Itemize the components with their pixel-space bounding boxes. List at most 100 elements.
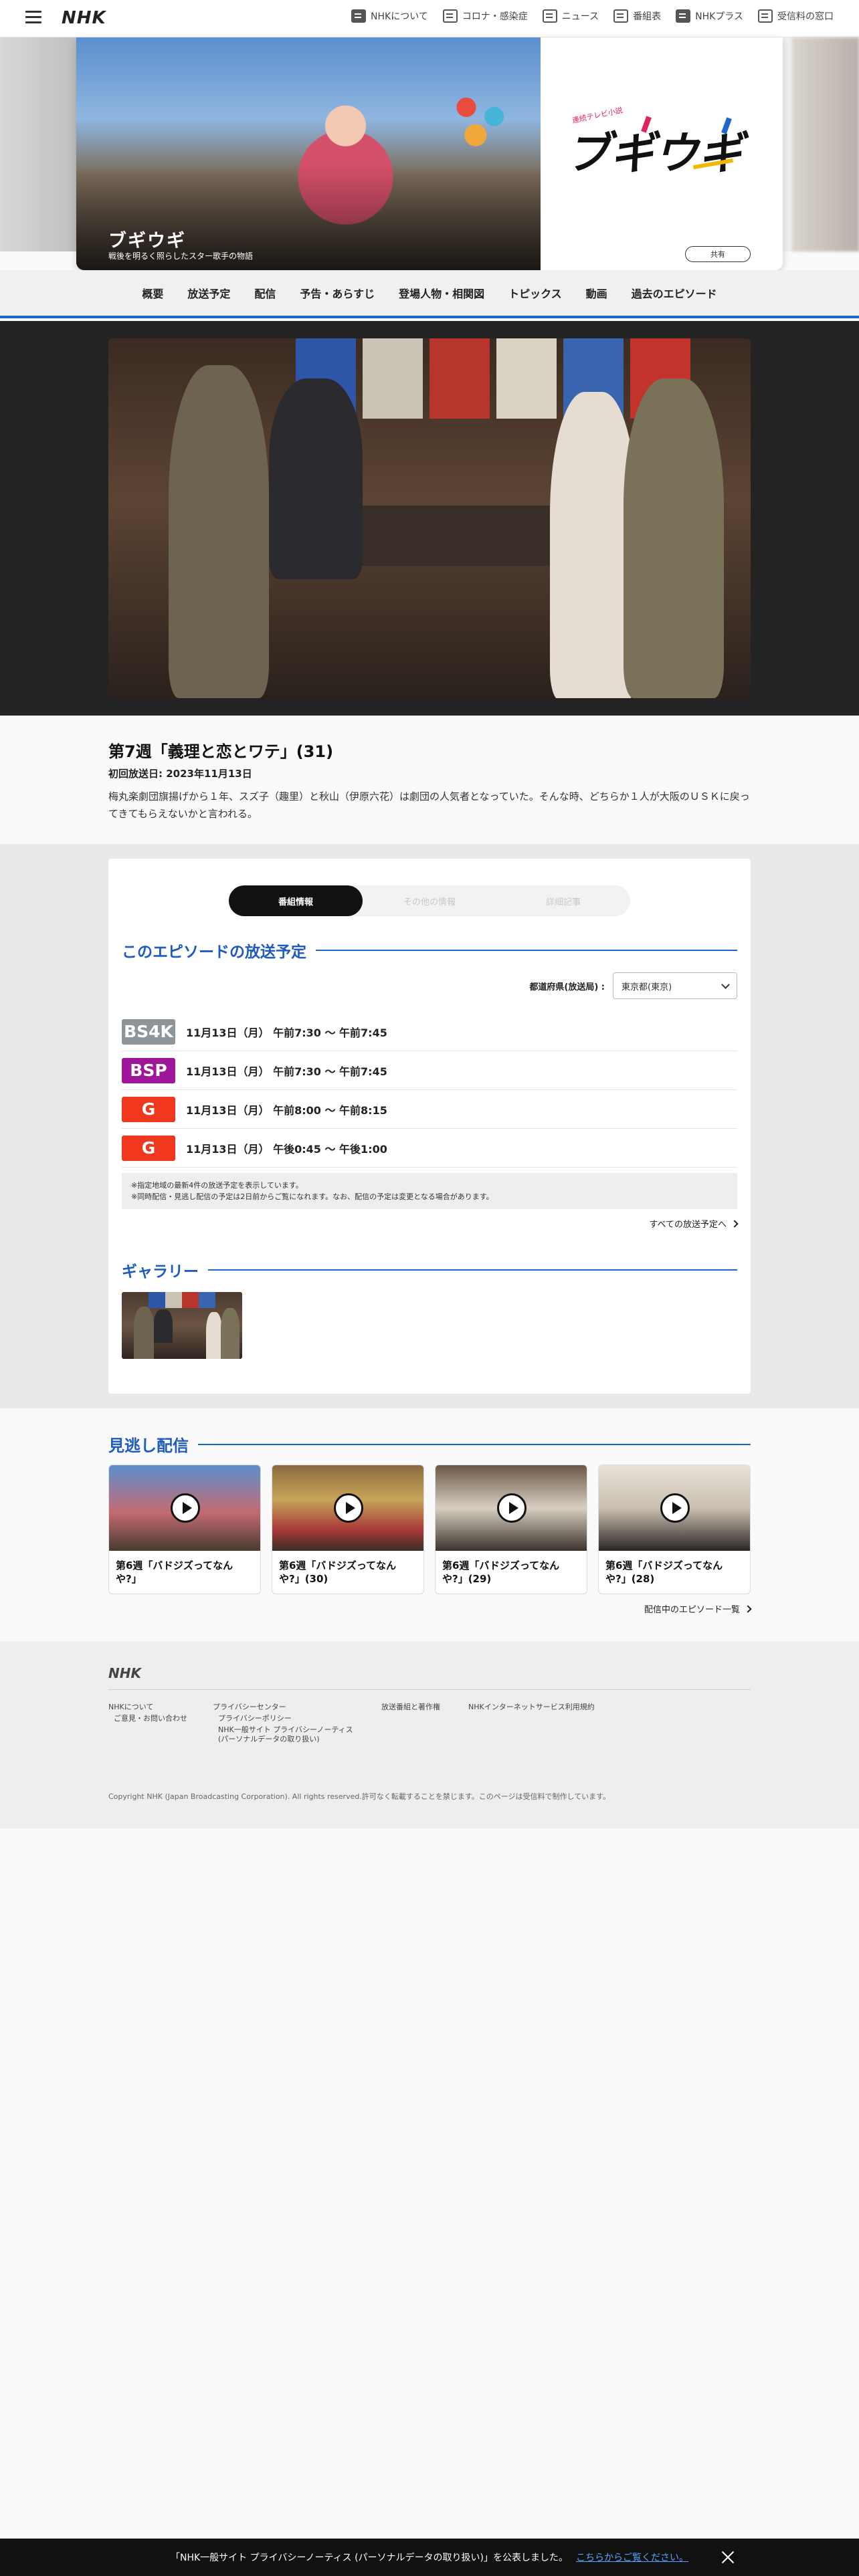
episode-thumbnail bbox=[272, 1465, 423, 1551]
hero-side-left bbox=[0, 37, 76, 251]
info-panel: 番組情報 その他の情報 詳細記事 このエピソードの放送予定 都道府県(放送局) … bbox=[108, 859, 751, 1394]
nav-overview[interactable]: 概要 bbox=[130, 285, 175, 301]
footer-link-privacy-center[interactable]: プライバシーセンター bbox=[213, 1701, 286, 1712]
prefecture-select[interactable]: 東京都(東京) bbox=[613, 972, 737, 999]
schedule-time: 11月13日（月） 午前7:30 〜 午前7:45 bbox=[186, 1065, 387, 1078]
svg-text:ブギウギ: ブギウギ bbox=[573, 128, 753, 179]
episode-card[interactable]: 第6週「バドジズってなんや?」(29) bbox=[435, 1465, 587, 1594]
channel-badge: G bbox=[122, 1135, 175, 1161]
all-schedule-link[interactable]: すべての放送予定へ bbox=[649, 1217, 739, 1230]
footer: NHK NHKについて ご意見・お問い合わせ プライバシーセンター プライバシー… bbox=[0, 1641, 859, 1828]
receipt-icon bbox=[758, 9, 773, 23]
privacy-notice-link[interactable]: こちらからご覧ください。 bbox=[576, 2551, 688, 2564]
tab-other-info[interactable]: その他の情報 bbox=[363, 885, 496, 916]
episode-card[interactable]: 第6週「バドジズってなんや?」(30) bbox=[272, 1465, 424, 1594]
schedule-row: BS4K 11月13日（月） 午前7:30 〜 午前7:45 bbox=[122, 1012, 737, 1051]
schedule-row: G 11月13日（月） 午前8:00 〜 午前8:15 bbox=[122, 1090, 737, 1129]
news-icon bbox=[542, 9, 557, 23]
header-link-corona[interactable]: コロナ・感染症 bbox=[442, 9, 528, 23]
prefecture-row: 都道府県(放送局) : 東京都(東京) bbox=[529, 972, 737, 999]
episode-card-title: 第6週「バドジズってなんや?」 bbox=[116, 1560, 233, 1585]
header-link-nhkplus[interactable]: NHKプラス bbox=[676, 9, 743, 23]
footer-link-about[interactable]: NHKについて bbox=[108, 1701, 153, 1712]
info-tabs: 番組情報 その他の情報 詳細記事 bbox=[229, 885, 630, 916]
footer-link-contact[interactable]: ご意見・お問い合わせ bbox=[114, 1713, 187, 1723]
program-title: ブギウギ bbox=[108, 231, 186, 251]
episode-card-title: 第6週「バドジズってなんや?」(29) bbox=[442, 1560, 560, 1585]
episode-thumbnail bbox=[109, 1465, 260, 1551]
footer-logo[interactable]: NHK bbox=[108, 1665, 141, 1681]
close-icon[interactable] bbox=[721, 2551, 735, 2564]
episode-card[interactable]: 第6週「バドジズってなんや?」(28) bbox=[598, 1465, 751, 1594]
tab-program-info[interactable]: 番組情報 bbox=[229, 885, 363, 916]
channel-badge: BSP bbox=[122, 1057, 175, 1083]
header-links: NHKについて コロナ・感染症 ニュース 番組表 NHKプラス 受信料の窓口 bbox=[351, 9, 834, 23]
chevron-right-icon bbox=[744, 1604, 752, 1613]
schedule-heading: このエピソードの放送予定 bbox=[122, 939, 737, 962]
footer-link-privacy-notice-sub[interactable]: (パーソナルデータの取り扱い) bbox=[218, 1733, 320, 1744]
footer-link-copyright[interactable]: 放送番組と著作権 bbox=[381, 1701, 440, 1712]
svg-text:連続テレビ小説: 連続テレビ小説 bbox=[573, 105, 624, 125]
program-logo: 連続テレビ小説 ブギウギ bbox=[573, 105, 753, 179]
nav-topics[interactable]: トピックス bbox=[496, 285, 574, 301]
nhk-icon bbox=[351, 9, 367, 23]
chevron-right-icon bbox=[731, 1219, 739, 1228]
copyright-text: Copyright NHK (Japan Broadcasting Corpor… bbox=[108, 1792, 611, 1801]
nav-past-episodes[interactable]: 過去のエピソード bbox=[619, 285, 729, 301]
footer-link-privacy-policy[interactable]: プライバシーポリシー bbox=[218, 1713, 292, 1723]
gallery-thumbnail[interactable] bbox=[122, 1292, 242, 1359]
schedule-time: 11月13日（月） 午後0:45 〜 午後1:00 bbox=[186, 1142, 387, 1156]
nav-schedule[interactable]: 放送予定 bbox=[175, 285, 242, 301]
share-button[interactable]: 共有 bbox=[685, 246, 751, 262]
header-link-news[interactable]: ニュース bbox=[542, 9, 599, 23]
episode-thumbnail bbox=[599, 1465, 750, 1551]
episode-card-title: 第6週「バドジズってなんや?」(28) bbox=[605, 1560, 723, 1585]
episode-card[interactable]: 第6週「バドジズってなんや?」 bbox=[108, 1465, 261, 1594]
schedule-time: 11月13日（月） 午前8:00 〜 午前8:15 bbox=[186, 1103, 387, 1117]
nav-preview[interactable]: 予告・あらすじ bbox=[288, 285, 387, 301]
episode-thumbnail bbox=[436, 1465, 587, 1551]
play-icon bbox=[334, 1493, 363, 1523]
chevron-down-icon bbox=[721, 980, 730, 989]
tab-detail-articles[interactable]: 詳細記事 bbox=[496, 885, 630, 916]
document-icon bbox=[442, 9, 458, 23]
schedule-icon bbox=[613, 9, 629, 23]
play-icon bbox=[497, 1493, 527, 1523]
nav-streaming[interactable]: 配信 bbox=[242, 285, 288, 301]
first-air-date: 初回放送日: 2023年11月13日 bbox=[108, 768, 252, 780]
header-link-schedule[interactable]: 番組表 bbox=[613, 9, 661, 23]
prefecture-label: 都道府県(放送局) : bbox=[529, 982, 605, 992]
gallery-heading: ギャラリー bbox=[122, 1259, 737, 1281]
episode-description: 梅丸楽劇団旗揚げから１年、スズ子（趣里）と秋山（伊原六花）は劇団の人気者となって… bbox=[108, 790, 750, 820]
episode-title: 第7週「義理と恋とワテ」(31) bbox=[108, 742, 334, 761]
program-subtitle: 戦後を明るく照らしたスター歌手の物語 bbox=[108, 251, 254, 261]
header-link-receipt[interactable]: 受信料の窓口 bbox=[758, 9, 834, 23]
schedule-time: 11月13日（月） 午前7:30 〜 午前7:45 bbox=[186, 1026, 387, 1039]
missed-heading: 見逃し配信 bbox=[108, 1432, 751, 1456]
privacy-notice-bar: 「NHK一般サイト プライバシーノーティス (パーソナルデータの取り扱い)」を公… bbox=[0, 2539, 859, 2576]
schedule-row: G 11月13日（月） 午後0:45 〜 午後1:00 bbox=[122, 1129, 737, 1168]
program-logo-area: 連続テレビ小説 ブギウギ bbox=[541, 37, 783, 270]
header-link-about[interactable]: NHKについて bbox=[351, 9, 428, 23]
play-icon bbox=[660, 1493, 690, 1523]
channel-badge: BS4K bbox=[122, 1018, 175, 1045]
footer-link-terms[interactable]: NHKインターネットサービス利用規約 bbox=[468, 1701, 595, 1712]
program-nav: 概要 放送予定 配信 予告・あらすじ 登場人物・相関図 トピックス 動画 過去の… bbox=[0, 270, 859, 318]
privacy-notice-text: 「NHK一般サイト プライバシーノーティス (パーソナルデータの取り扱い)」を公… bbox=[170, 2553, 569, 2563]
nhk-logo[interactable]: NHK bbox=[62, 8, 106, 28]
episode-card-title: 第6週「バドジズってなんや?」(30) bbox=[279, 1560, 397, 1585]
menu-icon[interactable] bbox=[25, 11, 41, 24]
play-icon bbox=[171, 1493, 200, 1523]
channel-badge: G bbox=[122, 1096, 175, 1122]
schedule-notes: ※指定地域の最新4件の放送予定を表示しています。 ※同時配信・見逃し配信の予定は… bbox=[122, 1173, 737, 1209]
schedule-row: BSP 11月13日（月） 午前7:30 〜 午前7:45 bbox=[122, 1051, 737, 1090]
hero-side-right bbox=[792, 37, 859, 251]
schedule-list: BS4K 11月13日（月） 午前7:30 〜 午前7:45 BSP 11月13… bbox=[122, 1012, 737, 1168]
episode-main-image bbox=[108, 338, 751, 698]
top-bar: NHK NHKについて コロナ・感染症 ニュース 番組表 NHKプラス 受信料の… bbox=[0, 0, 859, 37]
missed-cards: 第6週「バドジズってなんや?」 第6週「バドジズってなんや?」(30) 第6週「… bbox=[108, 1465, 751, 1594]
nav-characters[interactable]: 登場人物・相関図 bbox=[387, 285, 496, 301]
nhkplus-icon bbox=[676, 9, 691, 23]
streaming-list-link[interactable]: 配信中のエピソード一覧 bbox=[644, 1602, 752, 1615]
nav-videos[interactable]: 動画 bbox=[574, 285, 619, 301]
